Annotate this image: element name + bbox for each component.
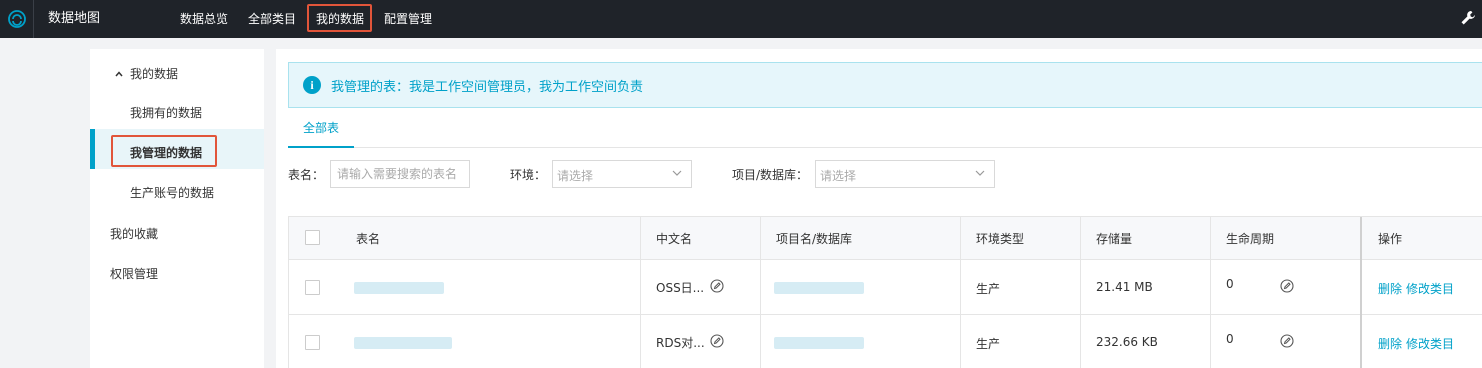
info-icon: i (303, 76, 321, 94)
project-database-select[interactable]: 请选择 (815, 160, 995, 188)
select-all-checkbox[interactable] (305, 230, 320, 245)
env-type: 生产 (976, 337, 1001, 351)
column-divider (1210, 217, 1211, 368)
sidebar-highlight-box (111, 135, 217, 167)
sidebar-active-indicator (90, 129, 95, 169)
column-divider (1080, 217, 1081, 368)
edit-icon[interactable] (710, 334, 724, 348)
notice-text: 我管理的表：我是工作空间管理员，我为工作空间负责 (331, 79, 644, 95)
edit-icon[interactable] (710, 279, 724, 293)
project-name-link[interactable] (774, 282, 864, 294)
table-header: 表名 中文名 项目名/数据库 环境类型 存储量 生命周期 操作 (289, 217, 1482, 260)
top-navigation-bar: 数据地图 数据总览 全部类目 我的数据 配置管理 (0, 0, 1482, 38)
sidebar: 我的数据 我拥有的数据 我管理的数据 生产账号的数据 我的收藏 权限管理 (90, 49, 264, 368)
modify-category-link[interactable]: 修改类目 (1406, 335, 1454, 352)
env-label: 环境： (510, 168, 547, 182)
sidebar-group-my-data[interactable]: 我的数据 (114, 65, 178, 82)
logo-icon[interactable] (0, 0, 34, 38)
column-header-lifecycle[interactable]: 生命周期 (1226, 230, 1274, 247)
storage-size: 232.66 KB (1096, 335, 1158, 349)
project-name-link[interactable] (774, 337, 864, 349)
data-table: 表名 中文名 项目名/数据库 环境类型 存储量 生命周期 操作 OSS日... … (288, 216, 1482, 368)
chevron-down-icon (975, 170, 985, 176)
project-select-placeholder: 请选择 (820, 169, 857, 183)
column-header-project-database[interactable]: 项目名/数据库 (776, 230, 852, 247)
tab-all-tables[interactable]: 全部表 (288, 112, 354, 148)
chevron-down-icon (672, 170, 682, 176)
chevron-up-icon (115, 70, 123, 76)
table-name-link[interactable] (354, 282, 444, 294)
nav-all-categories[interactable]: 全部类目 (248, 0, 296, 38)
column-header-chinese-name[interactable]: 中文名 (656, 230, 692, 247)
app-title[interactable]: 数据地图 (48, 0, 100, 38)
env-type: 生产 (976, 282, 1001, 296)
nav-highlight-box (307, 4, 372, 32)
lifecycle-value: 0 (1226, 332, 1234, 346)
sidebar-item-favorites[interactable]: 我的收藏 (110, 225, 158, 242)
column-divider (960, 217, 961, 368)
modify-category-link[interactable]: 修改类目 (1406, 280, 1454, 297)
edit-icon[interactable] (1280, 334, 1294, 348)
sidebar-item-production-account-data[interactable]: 生产账号的数据 (130, 184, 214, 201)
table-name-search-input[interactable] (330, 160, 470, 188)
chinese-name: OSS日... (656, 281, 705, 295)
table-row: RDS对... 生产 232.66 KB 0 删除 修改类目 (289, 315, 1482, 368)
column-divider (760, 217, 761, 368)
chinese-name: RDS对... (656, 336, 705, 350)
edit-icon[interactable] (1280, 279, 1294, 293)
column-header-env-type[interactable]: 环境类型 (976, 230, 1024, 247)
info-notice: i 我管理的表：我是工作空间管理员，我为工作空间负责 (288, 62, 1482, 108)
row-checkbox[interactable] (305, 335, 320, 350)
nav-data-overview[interactable]: 数据总览 (180, 0, 228, 38)
column-header-storage[interactable]: 存储量 (1096, 230, 1132, 247)
tab-bar: 全部表 (288, 112, 1482, 148)
table-name-link[interactable] (354, 337, 452, 349)
sidebar-item-owned-data[interactable]: 我拥有的数据 (130, 104, 202, 121)
row-checkbox[interactable] (305, 280, 320, 295)
delete-link[interactable]: 删除 (1378, 280, 1402, 297)
column-header-table-name[interactable]: 表名 (356, 230, 380, 247)
main-content: i 我管理的表：我是工作空间管理员，我为工作空间负责 全部表 表名： 环境： 请… (276, 49, 1482, 368)
storage-size: 21.41 MB (1096, 280, 1153, 294)
delete-link[interactable]: 删除 (1378, 335, 1402, 352)
env-select-placeholder: 请选择 (557, 169, 594, 183)
sidebar-item-permissions[interactable]: 权限管理 (110, 265, 158, 282)
project-database-label: 项目/数据库： (732, 168, 809, 182)
nav-config-management[interactable]: 配置管理 (384, 0, 432, 38)
table-row: OSS日... 生产 21.41 MB 0 删除 修改类目 (289, 260, 1482, 315)
sidebar-group-label: 我的数据 (130, 67, 179, 81)
env-select[interactable]: 请选择 (552, 160, 692, 188)
lifecycle-value: 0 (1226, 277, 1234, 291)
table-name-label: 表名： (288, 168, 325, 182)
wrench-icon[interactable] (1460, 10, 1476, 26)
column-divider (640, 217, 641, 368)
column-header-actions: 操作 (1378, 232, 1403, 246)
fixed-column-shadow (1360, 217, 1362, 368)
